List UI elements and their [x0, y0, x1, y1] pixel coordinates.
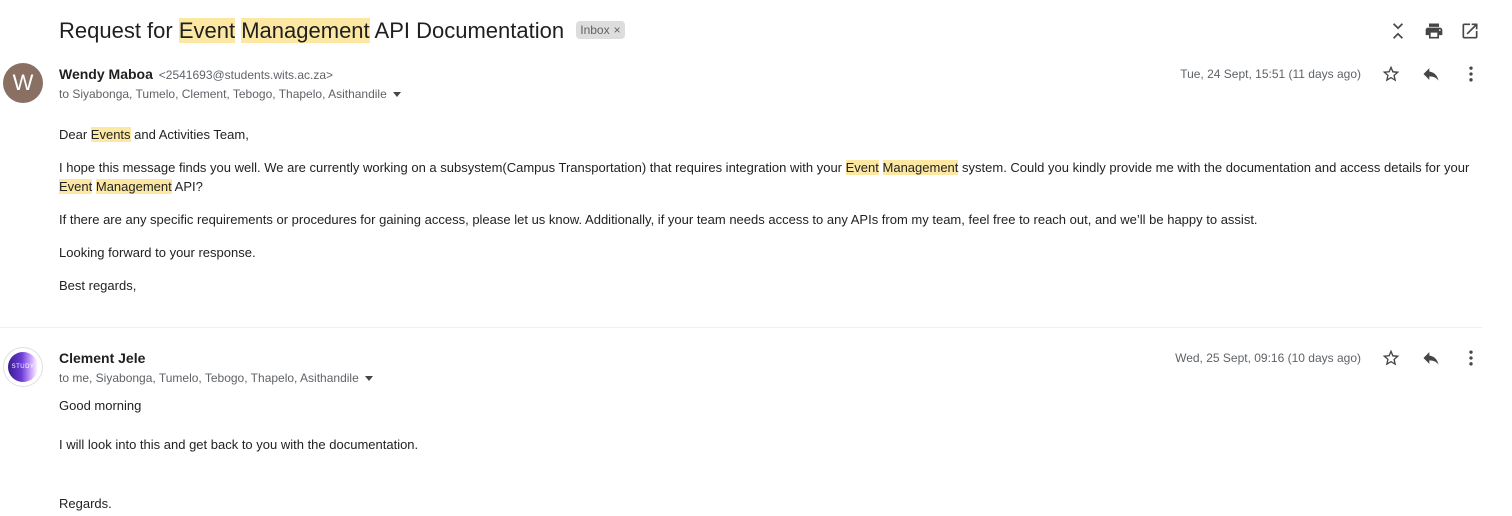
- subject-text-end: API Documentation: [369, 18, 565, 43]
- message-body: Dear Events and Activities Team, I hope …: [59, 125, 1479, 309]
- highlight: Event: [845, 160, 879, 175]
- show-details-icon[interactable]: [364, 375, 373, 381]
- recipients-line: to me, Siyabonga, Tumelo, Tebogo, Thapel…: [59, 371, 373, 385]
- recipients-line: to Siyabonga, Tumelo, Clement, Tebogo, T…: [59, 87, 401, 101]
- text: system. Could you kindly provide me with…: [958, 160, 1470, 175]
- paragraph: I will look into this and get back to yo…: [59, 437, 419, 452]
- inbox-label-text: Inbox: [580, 23, 610, 38]
- avatar-image: STUDY: [8, 352, 38, 382]
- text: Dear: [59, 127, 91, 142]
- text: API?: [171, 179, 203, 194]
- highlight: Management: [95, 179, 172, 194]
- greeting: Dear Events and Activities Team,: [59, 125, 1479, 144]
- avatar-letter: W: [12, 70, 34, 95]
- text: [879, 160, 883, 175]
- paragraph: Looking forward to your response.: [59, 245, 256, 260]
- recipients-text: to Siyabonga, Tumelo, Clement, Tebogo, T…: [59, 87, 387, 101]
- message-body: Good morning I will look into this and g…: [59, 396, 1479, 513]
- text: and Activities Team,: [130, 127, 249, 142]
- avatar-text: STUDY: [11, 364, 35, 370]
- paragraph: If there are any specific requirements o…: [59, 212, 1258, 227]
- avatar[interactable]: STUDY: [3, 347, 43, 387]
- paragraph: Good morning: [59, 398, 142, 413]
- text: I hope this message finds you well. We a…: [59, 160, 846, 175]
- message-date: Wed, 25 Sept, 09:16 (10 days ago): [1175, 351, 1361, 365]
- sender-name[interactable]: Clement Jele: [59, 350, 145, 366]
- signoff: Regards.: [59, 496, 112, 511]
- show-details-icon[interactable]: [392, 91, 401, 97]
- sender-line: Clement Jele: [59, 348, 145, 368]
- highlight: Management: [882, 160, 959, 175]
- highlight: Event: [59, 179, 93, 194]
- open-in-new-window-icon[interactable]: [1458, 19, 1482, 43]
- sender-name[interactable]: Wendy Maboa: [59, 66, 153, 82]
- star-icon[interactable]: [1379, 62, 1403, 86]
- email-subject: Request for Event Management API Documen…: [59, 15, 625, 47]
- subject-text: Request for: [59, 18, 179, 43]
- inbox-label[interactable]: Inbox ×: [576, 21, 625, 40]
- paragraph: I hope this message finds you well. We a…: [59, 158, 1479, 196]
- message-actions: [1379, 346, 1483, 370]
- star-icon[interactable]: [1379, 346, 1403, 370]
- signoff: Best regards,: [59, 278, 137, 293]
- avatar[interactable]: W: [3, 63, 43, 103]
- message-actions: [1379, 62, 1483, 86]
- sender-line: Wendy Maboa <2541693@students.wits.ac.za…: [59, 64, 333, 85]
- remove-label-icon[interactable]: ×: [614, 23, 621, 37]
- collapse-all-icon[interactable]: [1386, 19, 1410, 43]
- reply-icon[interactable]: [1419, 346, 1443, 370]
- reply-icon[interactable]: [1419, 62, 1443, 86]
- print-icon[interactable]: [1422, 19, 1446, 43]
- thread-toolbar: [1386, 19, 1482, 43]
- recipients-text: to me, Siyabonga, Tumelo, Tebogo, Thapel…: [59, 371, 359, 385]
- message-divider: [0, 327, 1482, 328]
- subject-highlight-management: Management: [241, 18, 370, 43]
- sender-email: <2541693@students.wits.ac.za>: [158, 68, 334, 82]
- more-options-icon[interactable]: [1459, 346, 1483, 370]
- subject-highlight-event: Event: [178, 18, 236, 43]
- highlight: Events: [90, 127, 131, 142]
- more-options-icon[interactable]: [1459, 62, 1483, 86]
- message-date: Tue, 24 Sept, 15:51 (11 days ago): [1180, 67, 1361, 81]
